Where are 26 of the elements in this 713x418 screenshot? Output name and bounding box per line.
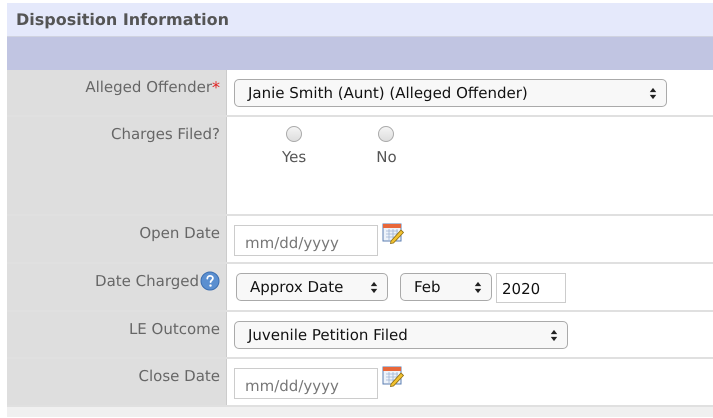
- updown-arrows-icon: [649, 86, 657, 100]
- calendar-icon[interactable]: [382, 222, 404, 244]
- calendar-icon[interactable]: [382, 365, 404, 387]
- field-label: Charges Filed?: [111, 125, 220, 143]
- radio-button[interactable]: [378, 126, 394, 142]
- date-field[interactable]: mm/dd/yyyy: [234, 225, 378, 256]
- radio-label: No: [376, 148, 397, 166]
- year-field[interactable]: 2020: [496, 273, 566, 303]
- help-icon[interactable]: [200, 271, 220, 291]
- radio-label: Yes: [282, 148, 306, 166]
- radio-button[interactable]: [286, 126, 302, 142]
- section-title: Disposition Information: [16, 10, 229, 29]
- updown-arrows-icon: [550, 328, 558, 342]
- updown-arrows-icon: [474, 280, 482, 294]
- select-dropdown[interactable]: Juvenile Petition Filed: [234, 321, 568, 349]
- precision-dropdown[interactable]: Approx Date: [236, 273, 388, 301]
- select-dropdown[interactable]: Janie Smith (Aunt) (Alleged Offender): [234, 79, 667, 107]
- updown-arrows-icon: [370, 280, 378, 294]
- field-label: Open Date: [139, 224, 220, 242]
- field-label: Date Charged: [95, 272, 199, 290]
- required-mark: *: [212, 78, 220, 97]
- field-label: LE Outcome: [128, 320, 220, 338]
- month-dropdown[interactable]: Feb: [400, 273, 492, 301]
- field-label: Alleged Offender: [85, 78, 212, 96]
- date-field[interactable]: mm/dd/yyyy: [234, 368, 378, 399]
- field-label: Close Date: [138, 367, 220, 385]
